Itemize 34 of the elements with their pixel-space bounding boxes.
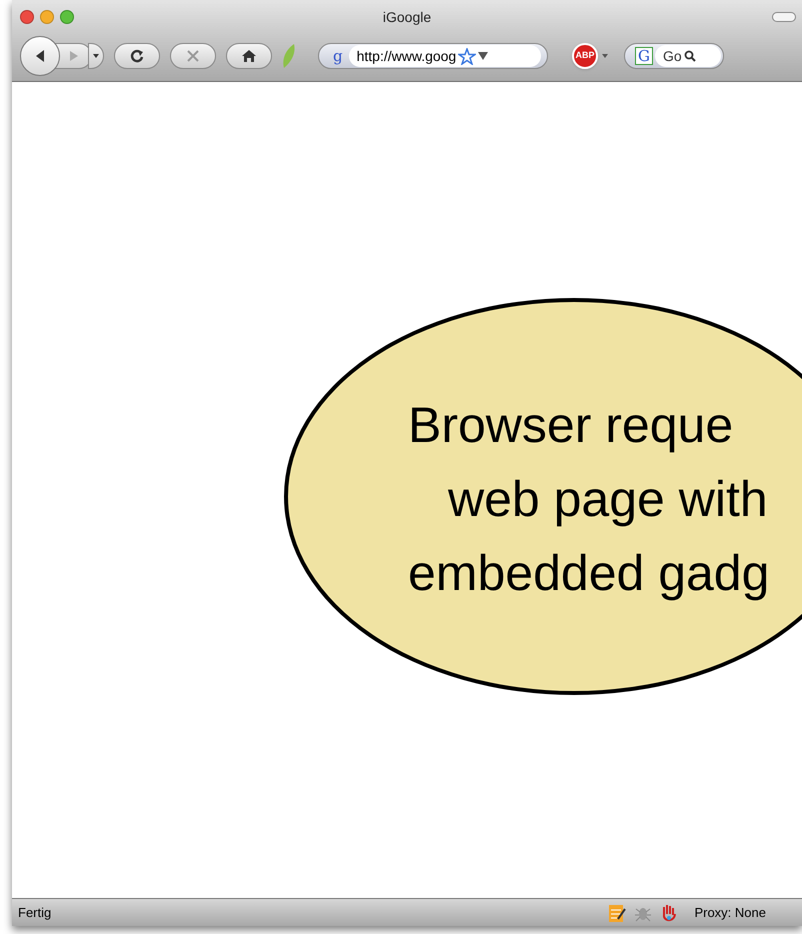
left-arrow-icon bbox=[34, 49, 46, 63]
search-bar[interactable]: G Go bbox=[624, 43, 724, 69]
caret-icon[interactable] bbox=[602, 54, 608, 58]
reload-button[interactable] bbox=[114, 43, 160, 69]
site-icon: g bbox=[333, 44, 343, 68]
adblock-icon[interactable]: ABP bbox=[572, 43, 598, 69]
status-text: Fertig bbox=[18, 904, 52, 922]
stop-button[interactable] bbox=[170, 43, 216, 69]
reload-icon bbox=[130, 49, 144, 63]
address-bar[interactable]: g http://www.goog bbox=[318, 43, 548, 69]
history-dropdown[interactable] bbox=[88, 43, 104, 69]
url-text: http://www.goog bbox=[356, 46, 456, 66]
close-icon bbox=[187, 50, 199, 62]
back-button[interactable] bbox=[20, 36, 60, 76]
close-button[interactable] bbox=[20, 10, 34, 24]
callout-text: web page with bbox=[448, 470, 769, 529]
window-title: iGoogle bbox=[382, 8, 432, 27]
search-icon[interactable] bbox=[684, 50, 696, 62]
caret-icon bbox=[93, 54, 99, 58]
right-arrow-icon bbox=[69, 50, 79, 62]
search-text: Go bbox=[663, 46, 682, 66]
search-engine-icon[interactable]: G bbox=[635, 47, 653, 65]
zoom-button[interactable] bbox=[60, 10, 74, 24]
home-icon bbox=[241, 49, 257, 63]
dropdown-caret-icon[interactable] bbox=[478, 52, 488, 60]
hand-icon[interactable] bbox=[660, 902, 678, 922]
star-icon[interactable] bbox=[458, 48, 476, 64]
callout-text: embedded gadg bbox=[408, 544, 770, 603]
home-button[interactable] bbox=[226, 43, 272, 69]
minimize-button[interactable] bbox=[40, 10, 54, 24]
notepad-icon[interactable] bbox=[608, 902, 626, 922]
proxy-status[interactable]: Proxy: None bbox=[694, 902, 766, 922]
callout-text: Browser reque bbox=[408, 396, 734, 455]
toolbar-toggle-button[interactable] bbox=[772, 12, 796, 22]
